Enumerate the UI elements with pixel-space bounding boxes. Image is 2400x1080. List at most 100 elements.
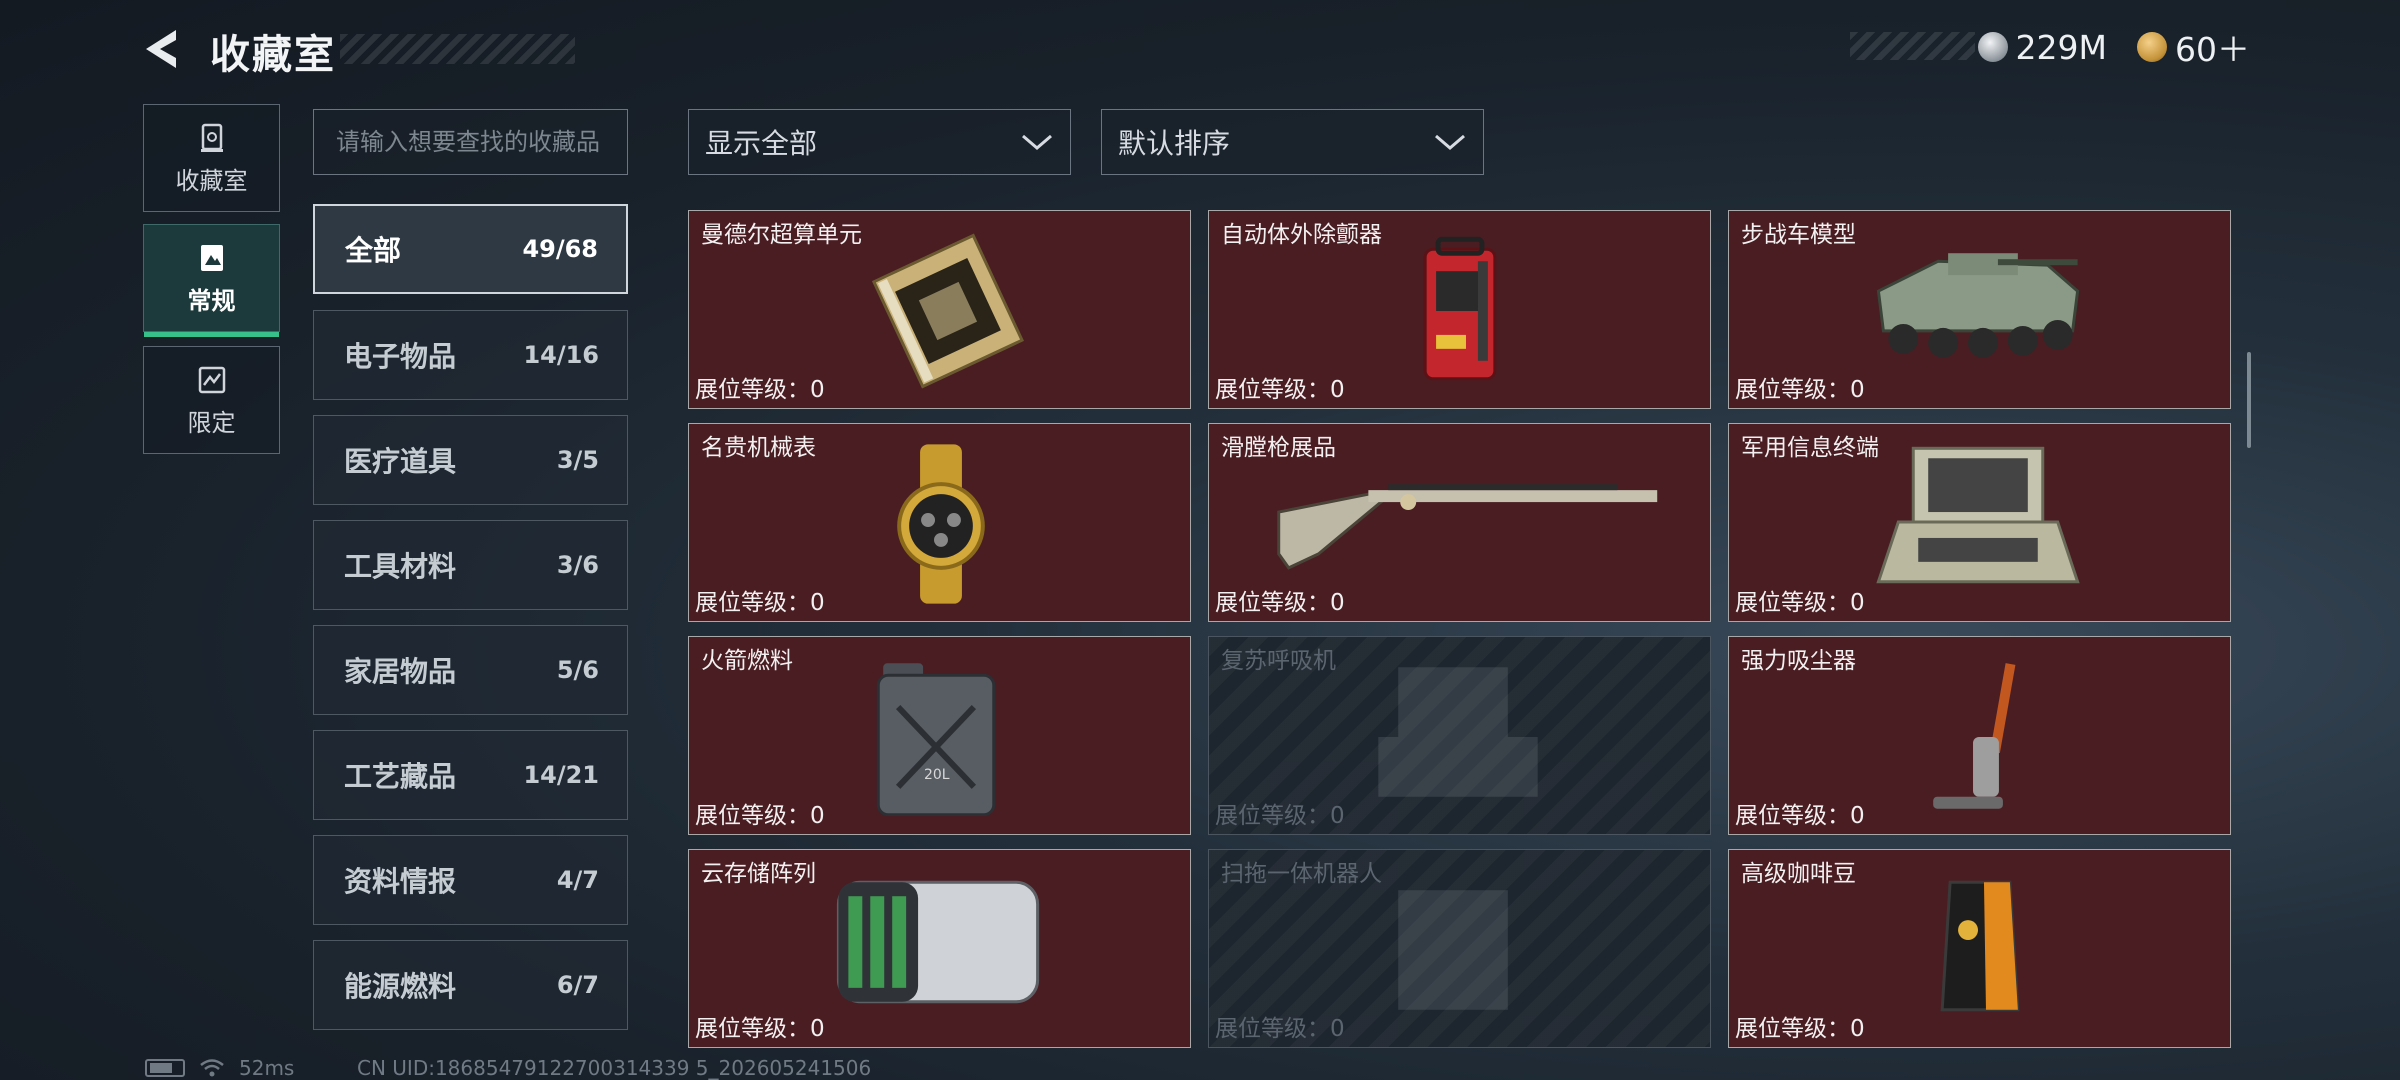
collectible-card[interactable]: 高级咖啡豆 展位等级：0 — [1728, 849, 2231, 1048]
side-tab-label: 限定 — [187, 408, 236, 437]
collectible-name: 强力吸尘器 — [1741, 648, 1856, 674]
category-home[interactable]: 家居物品 5/6 — [313, 625, 628, 715]
side-tab-label: 常规 — [187, 286, 236, 315]
collectible-name: 高级咖啡豆 — [1741, 861, 1856, 887]
collectible-name: 云存储阵列 — [701, 861, 816, 887]
limited-icon — [198, 366, 225, 393]
category-name: 家居物品 — [344, 655, 457, 688]
terminal-case-icon — [1876, 446, 2080, 584]
collectible-level: 展位等级：0 — [1735, 590, 1865, 616]
computing-unit-icon — [871, 233, 1025, 389]
currency-silver[interactable]: 229M — [1977, 27, 2107, 67]
category-medical[interactable]: 医疗道具 3/5 — [313, 415, 628, 505]
category-all[interactable]: 全部 49/68 — [313, 204, 628, 294]
category-count: 6/7 — [556, 971, 599, 999]
side-tab-label: 收藏室 — [175, 166, 248, 195]
collectible-card[interactable]: 自动体外除颤器 展位等级：0 — [1208, 210, 1711, 409]
category-crafts[interactable]: 工艺藏品 14/21 — [313, 730, 628, 820]
category-tools[interactable]: 工具材料 3/6 — [313, 520, 628, 610]
collectible-card[interactable]: 军用信息终端 展位等级：0 — [1728, 423, 2231, 622]
collectible-name: 复苏呼吸机 — [1221, 648, 1336, 674]
collectible-level: 展位等级：0 — [1735, 803, 1865, 829]
collectible-name: 滑膛枪展品 — [1221, 435, 1336, 461]
collectible-card[interactable]: 20L 火箭燃料 展位等级：0 — [688, 636, 1191, 835]
robot-vacuum-icon — [1398, 890, 1508, 1010]
collection-room-icon — [200, 123, 223, 152]
collectible-level: 展位等级：0 — [1735, 1016, 1865, 1042]
collectible-level: 展位等级：0 — [695, 1016, 825, 1042]
coffee-bag-icon — [1940, 880, 2020, 1012]
category-name: 电子物品 — [344, 340, 457, 373]
header: 收藏室 229M 60＋ — [0, 0, 2400, 100]
currency-gold[interactable]: 60＋ — [2137, 23, 2250, 71]
collectible-level: 展位等级：0 — [1735, 377, 1865, 403]
collectible-level: 展位等级：0 — [695, 377, 825, 403]
category-name: 资料情报 — [344, 865, 457, 898]
category-name: 能源燃料 — [344, 970, 457, 1003]
category-count: 5/6 — [556, 656, 599, 684]
collectible-card[interactable]: 步战车模型 展位等级：0 — [1728, 210, 2231, 409]
back-arrow-icon — [146, 30, 176, 68]
collectible-name: 扫拖一体机器人 — [1221, 861, 1382, 887]
status-bar: 52ms — [145, 1056, 294, 1080]
search-input[interactable] — [336, 128, 605, 156]
active-tab-indicator — [144, 332, 279, 337]
category-intel[interactable]: 资料情报 4/7 — [313, 835, 628, 925]
side-tab-limited[interactable]: 限定 — [143, 346, 280, 454]
side-tab-collection-room[interactable]: 收藏室 — [143, 104, 280, 212]
collectible-card[interactable]: 名贵机械表 展位等级：0 — [688, 423, 1191, 622]
filter-dropdown[interactable]: 显示全部 — [688, 109, 1071, 175]
page-title: 收藏室 — [210, 32, 336, 78]
category-electronics[interactable]: 电子物品 14/16 — [313, 310, 628, 400]
collectible-name: 自动体外除颤器 — [1221, 222, 1382, 248]
collectible-level: 展位等级：0 — [695, 590, 825, 616]
ventilator-icon — [1378, 667, 1538, 797]
category-count: 14/21 — [523, 761, 599, 789]
category-name: 全部 — [345, 234, 402, 267]
collectible-card[interactable]: 云存储阵列 展位等级：0 — [688, 849, 1191, 1048]
search-box — [313, 109, 628, 175]
armored-vehicle-icon — [1876, 253, 2080, 358]
collectible-name: 火箭燃料 — [701, 648, 793, 674]
collectible-card[interactable]: 曼德尔超算单元 展位等级：0 — [688, 210, 1191, 409]
category-count: 3/5 — [556, 446, 599, 474]
chevron-down-icon — [1435, 134, 1465, 150]
grid-scrollbar[interactable] — [2247, 352, 2251, 448]
ping-value: 52ms — [239, 1056, 295, 1080]
collectible-card[interactable]: 强力吸尘器 展位等级：0 — [1728, 636, 2231, 835]
storage-array-icon — [836, 880, 1040, 1004]
chevron-down-icon — [1022, 134, 1052, 150]
category-count: 49/68 — [522, 235, 598, 263]
category-energy[interactable]: 能源燃料 6/7 — [313, 940, 628, 1030]
collectible-level: 展位等级：0 — [1215, 803, 1345, 829]
watch-icon — [897, 444, 985, 604]
category-count: 4/7 — [556, 866, 599, 894]
collectible-card-locked[interactable]: 扫拖一体机器人 展位等级：0 — [1208, 849, 1711, 1048]
battery-icon — [145, 1059, 185, 1077]
sort-dropdown[interactable]: 默认排序 — [1101, 109, 1484, 175]
collectible-level: 展位等级：0 — [695, 803, 825, 829]
currency-gold-value: 60＋ — [2175, 30, 2250, 69]
side-tab-regular[interactable]: 常规 — [143, 224, 280, 337]
collectible-level: 展位等级：0 — [1215, 1016, 1345, 1042]
collectible-level: 展位等级：0 — [1215, 590, 1345, 616]
collectible-name: 步战车模型 — [1741, 222, 1856, 248]
collectible-level: 展位等级：0 — [1215, 377, 1345, 403]
vacuum-icon — [1933, 663, 2016, 809]
silver-coin-icon — [1977, 32, 2008, 62]
collectible-name: 曼德尔超算单元 — [701, 222, 862, 248]
filter-dropdown-value: 显示全部 — [705, 127, 818, 160]
collectible-name: 名贵机械表 — [701, 435, 816, 461]
sort-dropdown-value: 默认排序 — [1118, 127, 1231, 160]
collectible-card[interactable]: 滑膛枪展品 展位等级：0 — [1208, 423, 1711, 622]
defibrillator-icon — [1423, 236, 1497, 381]
back-button[interactable] — [140, 24, 190, 74]
wifi-icon — [200, 1059, 224, 1077]
uid-text: CN UID:18685479122700314339 5_2026052415… — [357, 1056, 872, 1080]
collectible-card-locked[interactable]: 复苏呼吸机 展位等级：0 — [1208, 636, 1711, 835]
currency-silver-value: 229M — [2015, 27, 2107, 67]
gold-coin-icon — [2137, 32, 2167, 62]
currency-decoration — [1850, 32, 1975, 60]
fuel-can-label: 20L — [924, 767, 950, 783]
category-name: 工具材料 — [344, 550, 457, 583]
